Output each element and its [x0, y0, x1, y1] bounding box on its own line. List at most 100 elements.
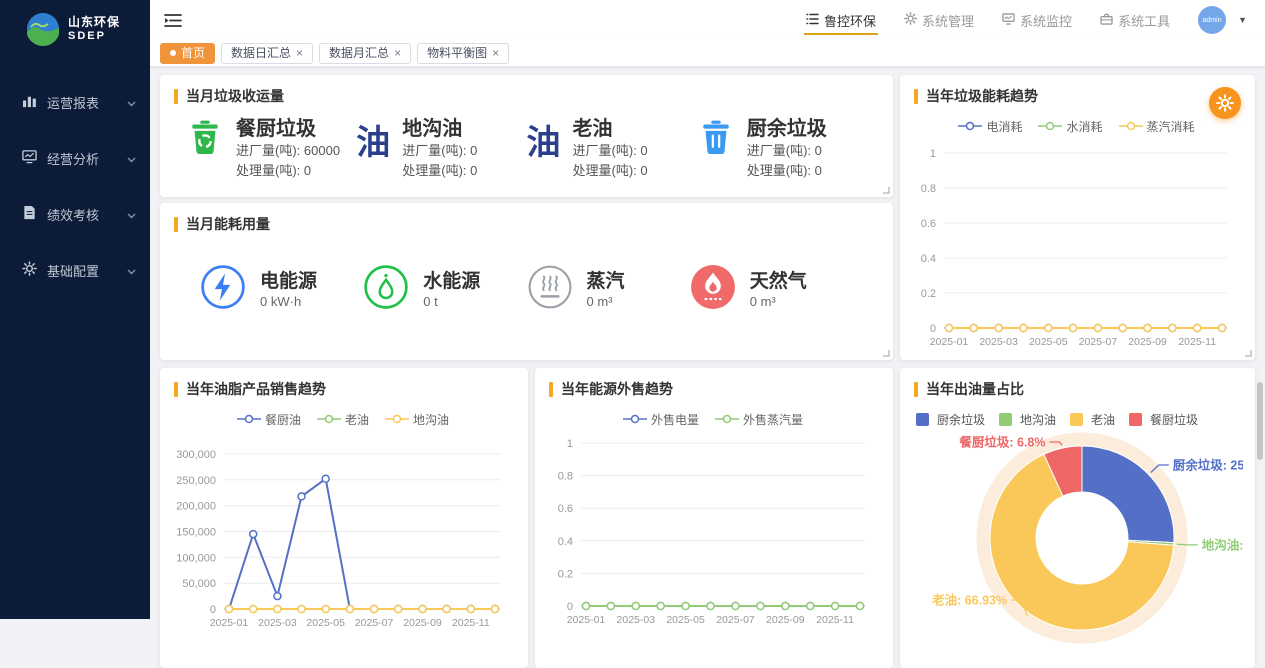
oil-output-donut-chart: 厨余垃圾地沟油老油餐厨垃圾厨余垃圾: 25.8...地沟油: 0....老油: … [910, 408, 1243, 668]
tab-label: 数据月汇总 [329, 46, 389, 61]
svg-text:2025-11: 2025-11 [1178, 336, 1216, 348]
energy-item-value: 0 m³ [587, 294, 625, 309]
monitor-chart-icon [22, 149, 37, 167]
svg-text:50,000: 50,000 [182, 578, 216, 590]
legend-item[interactable]: 地沟油 [385, 411, 449, 428]
svg-text:1: 1 [930, 148, 936, 160]
electric-icon [200, 264, 246, 315]
topnav-item-system-management[interactable]: 系统管理 [904, 0, 974, 40]
topnav-item-lukong[interactable]: 鲁控环保 [806, 0, 876, 40]
topnav-item-label: 系统监控 [1020, 11, 1072, 30]
svg-text:2025-05: 2025-05 [1029, 336, 1068, 348]
card-title: 当年油脂产品销售趋势 [160, 368, 528, 403]
topnav-item-system-monitor[interactable]: 系统监控 [1002, 0, 1072, 40]
settings-gear-button[interactable] [1209, 87, 1241, 119]
svg-text:0: 0 [210, 604, 216, 616]
legend-item[interactable]: 厨余垃圾 [916, 411, 985, 428]
legend-item[interactable]: 水消耗 [1038, 118, 1102, 135]
sidebar-item-basic-configuration[interactable]: 基础配置 [0, 242, 150, 298]
sidebar-item-performance-assessment[interactable]: 绩效考核 [0, 186, 150, 242]
energy-items-row: 电能源 0 kW·h 水能源 0 t 蒸汽 0 m³ 天然气 0 m³ [160, 238, 893, 315]
card-monthly-energy-usage: 当月能耗用量 电能源 0 kW·h 水能源 0 t 蒸汽 0 m³ [160, 203, 893, 360]
user-dropdown-caret-icon[interactable]: ▼ [1238, 15, 1247, 25]
svg-text:100,000: 100,000 [176, 552, 216, 564]
svg-text:0.6: 0.6 [558, 503, 573, 515]
close-icon[interactable]: × [394, 46, 401, 61]
svg-text:0.8: 0.8 [921, 183, 936, 195]
card-resize-handle[interactable] [1245, 350, 1252, 357]
energy-item-water: 水能源 0 t [363, 264, 526, 315]
svg-text:0.6: 0.6 [921, 218, 936, 230]
energy-item-steam: 蒸汽 0 m³ [527, 264, 690, 315]
water-icon [363, 264, 409, 315]
waste-in-line: 进厂量(吨): 0 [402, 141, 477, 161]
sidebar-item-label: 经营分析 [47, 149, 99, 168]
sidebar-fold-icon[interactable] [164, 13, 182, 28]
svg-text:2025-07: 2025-07 [1079, 336, 1118, 348]
svg-text:0.8: 0.8 [558, 471, 573, 483]
waste-in-line: 进厂量(吨): 0 [573, 141, 648, 161]
energy-trend-line-chart: 电消耗水消耗蒸汽消耗00.20.40.60.812025-012025-0320… [910, 115, 1243, 359]
svg-text:餐厨垃圾: 6.8%: 餐厨垃圾: 6.8% [958, 435, 1045, 450]
close-icon[interactable]: × [492, 46, 499, 61]
chevron-down-icon [127, 263, 136, 278]
legend-item[interactable]: 蒸汽消耗 [1119, 118, 1195, 135]
svg-text:2025-05: 2025-05 [666, 614, 705, 626]
svg-text:0.2: 0.2 [558, 568, 573, 580]
card-annual-oil-product-sales-trend: 当年油脂产品销售趋势 餐厨油老油地沟油 0 50,000 100,000 150,000… [160, 368, 528, 668]
waste-item-old-oil: 油 老油 进厂量(吨): 0 处理量(吨): 0 [527, 118, 697, 180]
waste-out-line: 处理量(吨): 0 [573, 161, 648, 181]
sidebar: 山东环保 SDEP 运营报表 经营分析 绩效考核 基础配置 [0, 0, 150, 619]
legend-item[interactable]: 外售蒸汽量 [715, 411, 803, 428]
legend-item[interactable]: 外售电量 [623, 411, 699, 428]
legend-item[interactable]: 地沟油 [999, 411, 1056, 428]
sidebar-item-business-analysis[interactable]: 经营分析 [0, 130, 150, 186]
svg-text:150,000: 150,000 [176, 527, 216, 539]
sidebar-item-operation-reports[interactable]: 运营报表 [0, 74, 150, 130]
card-title: 当月能耗用量 [160, 203, 893, 238]
waste-item-gutter-oil: 油 地沟油 进厂量(吨): 0 处理量(吨): 0 [356, 118, 526, 180]
svg-text:250,000: 250,000 [176, 475, 216, 487]
waste-in-line: 进厂量(吨): 60000 [236, 141, 340, 161]
title-accent-bar [174, 382, 178, 397]
waste-items-row: 餐厨垃圾 进厂量(吨): 60000 处理量(吨): 0 油 地沟油 进厂量(吨… [160, 110, 893, 180]
card-resize-handle[interactable] [883, 350, 890, 357]
document-icon [22, 205, 37, 223]
brand-name-cn: 山东环保 [68, 16, 120, 29]
waste-item-name: 餐厨垃圾 [236, 118, 340, 141]
title-accent-bar [914, 89, 918, 104]
energy-item-value: 0 kW·h [260, 294, 317, 309]
card-resize-handle[interactable] [883, 187, 890, 194]
close-icon[interactable]: × [296, 46, 303, 61]
svg-text:2025-11: 2025-11 [816, 614, 854, 626]
tab-daily-summary[interactable]: 数据日汇总 × [221, 43, 313, 64]
waste-out-line: 处理量(吨): 0 [402, 161, 477, 181]
user-avatar[interactable]: admin [1198, 6, 1226, 34]
waste-in-line: 进厂量(吨): 0 [747, 141, 827, 161]
tab-monthly-summary[interactable]: 数据月汇总 × [319, 43, 411, 64]
topnav-item-system-tools[interactable]: 系统工具 [1100, 0, 1170, 40]
energy-item-value: 0 m³ [750, 294, 807, 309]
svg-text:0.4: 0.4 [558, 536, 573, 548]
legend-item[interactable]: 电消耗 [958, 118, 1022, 135]
svg-text:300,000: 300,000 [176, 449, 216, 461]
waste-out-line: 处理量(吨): 0 [747, 161, 827, 181]
tab-home[interactable]: 首页 [160, 43, 215, 64]
svg-text:地沟油: 0....: 地沟油: 0.... [1202, 537, 1243, 552]
energy-sales-line-chart: 外售电量外售蒸汽量00.20.40.60.812025-012025-03202… [545, 408, 881, 637]
scrollbar-thumb[interactable] [1257, 382, 1263, 460]
legend-item[interactable]: 餐厨油 [237, 411, 301, 428]
top-menu: 鲁控环保 系统管理 系统监控 系统工具 admin ▼ [806, 0, 1265, 40]
legend-item[interactable]: 老油 [1070, 411, 1115, 428]
gear-icon [22, 261, 37, 279]
trash-utensil-icon [697, 118, 735, 163]
legend-item[interactable]: 老油 [317, 411, 369, 428]
card-title: 当年能源外售趋势 [535, 368, 893, 403]
tab-material-balance[interactable]: 物料平衡图 × [417, 43, 509, 64]
svg-text:0: 0 [567, 601, 573, 613]
legend-item[interactable]: 餐厨垃圾 [1129, 411, 1198, 428]
card-title-text: 当月垃圾收运量 [186, 86, 284, 106]
card-annual-energy-external-sales-trend: 当年能源外售趋势 外售电量外售蒸汽量00.20.40.60.812025-012… [535, 368, 893, 668]
energy-item-gas: 天然气 0 m³ [690, 264, 853, 315]
svg-text:2025-09: 2025-09 [766, 614, 805, 626]
